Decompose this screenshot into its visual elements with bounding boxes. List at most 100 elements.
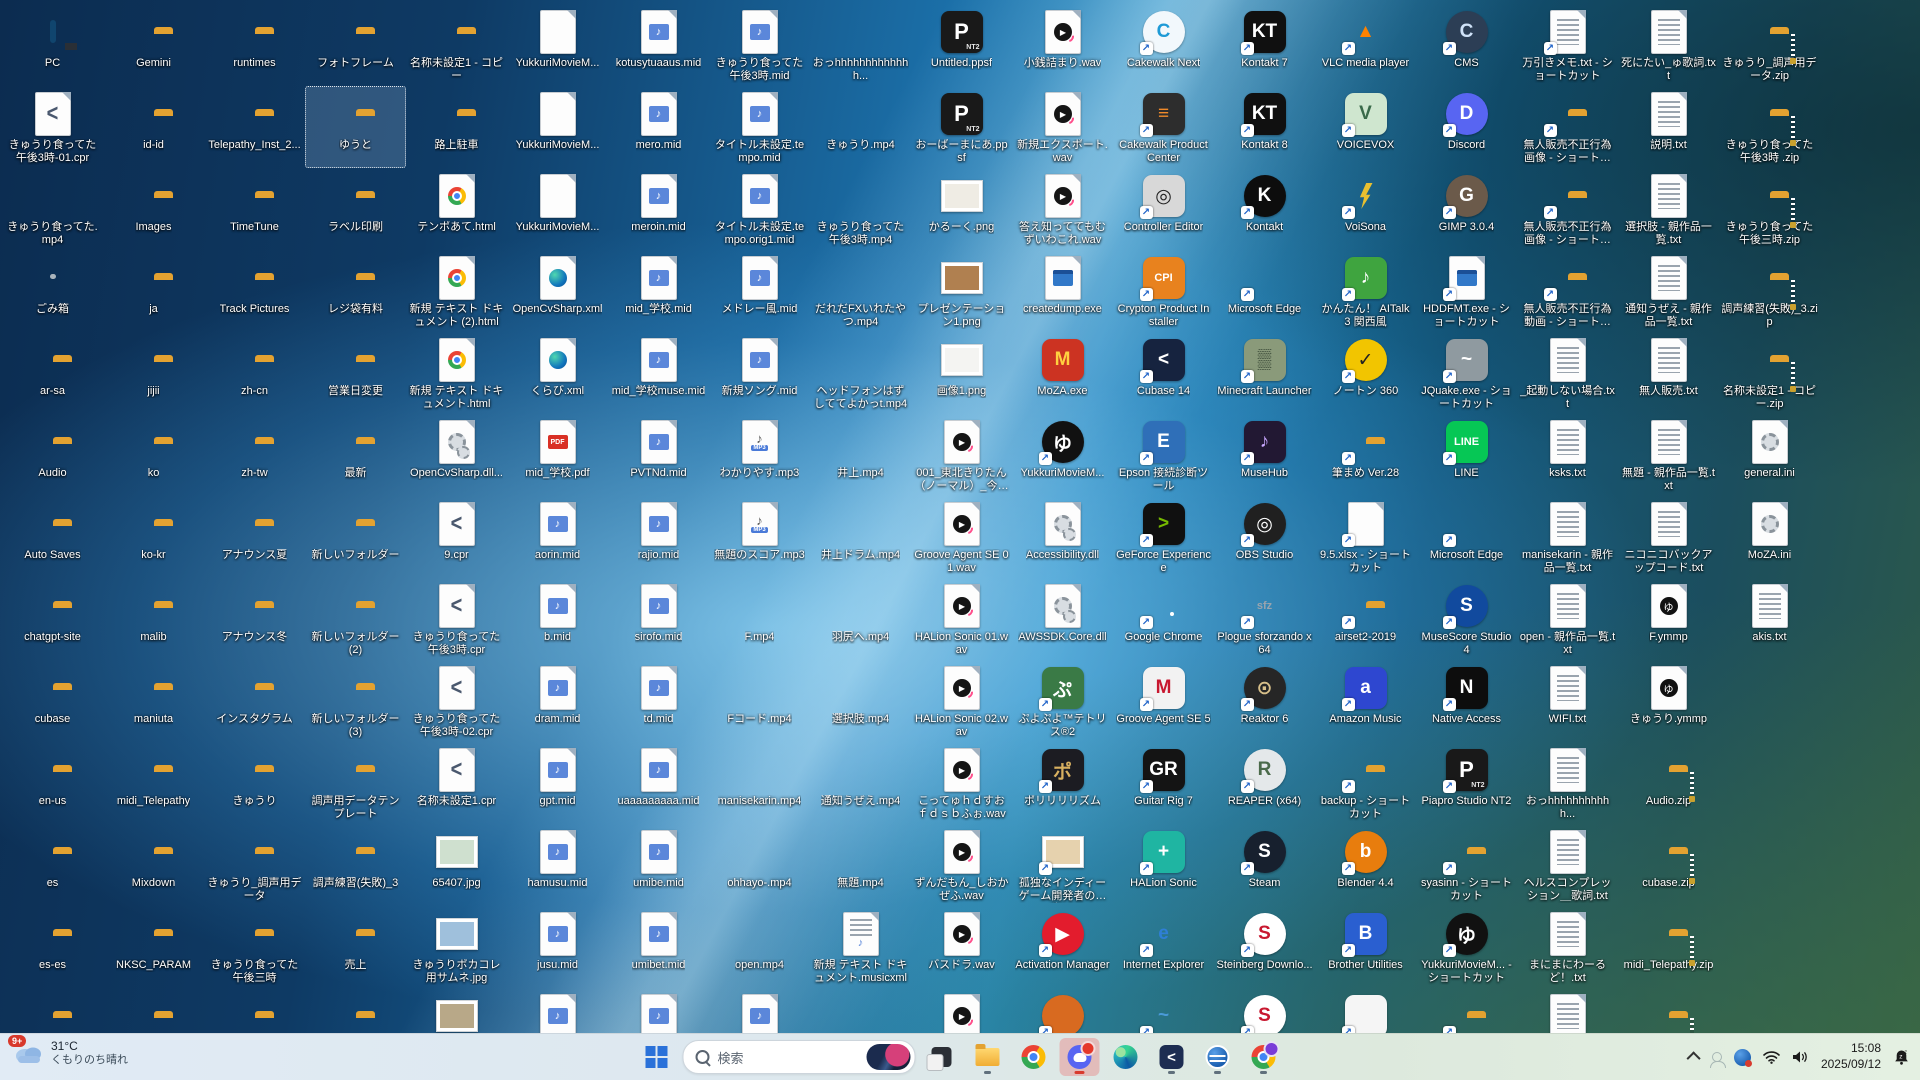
desktop-icon-wav[interactable]: バスドラ.wav bbox=[911, 906, 1012, 988]
desktop-icon-akis-txt[interactable]: akis.txt bbox=[1719, 578, 1820, 660]
desktop-icon-umibe-mid[interactable]: ♪ umibe.mid bbox=[608, 824, 709, 906]
desktop-icon-txt[interactable]: 無題 - 親作品一覧.txt bbox=[1618, 414, 1719, 496]
desktop-icon-ppsf[interactable]: P NT2 おーばーまにあ.ppsf bbox=[911, 86, 1012, 168]
desktop-icon-3[interactable]: 新しいフォルダー (3) bbox=[305, 660, 406, 742]
desktop-icon-txt[interactable]: 無人販売.txt bbox=[1618, 332, 1719, 414]
desktop-icon-1[interactable]: 名称未設定1 - コピー bbox=[406, 4, 507, 86]
desktop-icon-2[interactable]: ぷ ↗ ぷよぷよ™テトリス®2 bbox=[1012, 660, 1113, 742]
desktop-icon-id-id[interactable]: id-id bbox=[103, 86, 204, 168]
desktop-icon-f-mp4[interactable]: F.mp4 bbox=[709, 578, 810, 660]
desktop-icon-en-us[interactable]: en-us bbox=[2, 742, 103, 824]
desktop-icon-line[interactable]: LINE ↗ LINE bbox=[1416, 414, 1517, 496]
desktop-icon-tempo-mid[interactable]: ♪ タイトル未設定.tempo.mid bbox=[709, 86, 810, 168]
desktop-icon-3-mp4[interactable]: きゅうり食ってた午後3時.mp4 bbox=[810, 168, 911, 250]
desktop-icon-runtimes[interactable]: runtimes bbox=[204, 4, 305, 86]
desktop-icon-txt[interactable]: 選択肢 - 親作品一覧.txt bbox=[1618, 168, 1719, 250]
desktop-icon-item[interactable]: ↗ 無人販売不正行為画像 - ショートカット bbox=[1517, 168, 1618, 250]
taskbar-app-chrome-icon[interactable] bbox=[1014, 1038, 1054, 1076]
desktop-icon-td-mid[interactable]: ♪ td.mid bbox=[608, 660, 709, 742]
desktop-icon-reaper-x64[interactable]: R ↗ REAPER (x64) bbox=[1214, 742, 1315, 824]
desktop-icon-meroin-mid[interactable]: ♪ meroin.mid bbox=[608, 168, 709, 250]
desktop-icon-mixdown[interactable]: Mixdown bbox=[103, 824, 204, 906]
desktop-icon-hddfmt-exe[interactable]: ↗ HDDFMT.exe - ショートカット bbox=[1416, 250, 1517, 332]
desktop-icon-steinberg-downlo[interactable]: S ↗ Steinberg Downlo... bbox=[1214, 906, 1315, 988]
desktop-icon-txt[interactable]: まにまにわーるど！.txt bbox=[1517, 906, 1618, 988]
desktop-icon-blender-4-4[interactable]: b ↗ Blender 4.4 bbox=[1315, 824, 1416, 906]
desktop-icon-1-png[interactable]: 画像1.png bbox=[911, 332, 1012, 414]
desktop-icon-b-mid[interactable]: ♪ b.mid bbox=[507, 578, 608, 660]
desktop-icon-yukkurimoviem[interactable]: ゆ ↗ YukkuriMovieM... - ショートカット bbox=[1416, 906, 1517, 988]
desktop-icon-plogue-sforzando-x64[interactable]: sfz ↗ Plogue sforzando x64 bbox=[1214, 578, 1315, 660]
desktop-icon-cubase-zip[interactable]: cubase.zip bbox=[1618, 824, 1719, 906]
desktop-icon-3-zip[interactable]: 調声練習(失敗)_3.zip bbox=[1719, 250, 1820, 332]
desktop-icon-wifi-txt[interactable]: WIFI.txt bbox=[1517, 660, 1618, 742]
desktop-icon-guitar-rig-7[interactable]: GR ↗ Guitar Rig 7 bbox=[1113, 742, 1214, 824]
search-box[interactable]: 検索 bbox=[682, 1040, 916, 1074]
desktop-icon-item[interactable]: インスタグラム bbox=[204, 660, 305, 742]
desktop-icon-txt[interactable]: _起動しない場合.txt bbox=[1517, 332, 1618, 414]
desktop-icon-65407-jpg[interactable]: 65407.jpg bbox=[406, 824, 507, 906]
desktop-icon-microsoft-edge[interactable]: ↗ Microsoft Edge bbox=[1214, 250, 1315, 332]
desktop-icon-zip[interactable]: きゅうり_調声用データ.zip bbox=[1719, 4, 1820, 86]
desktop-icon-1-cpr[interactable]: < 名称未設定1.cpr bbox=[406, 742, 507, 824]
desktop-icon-halion-sonic[interactable]: + ↗ HALion Sonic bbox=[1113, 824, 1214, 906]
desktop-icon-backup[interactable]: ↗ backup - ショートカット bbox=[1315, 742, 1416, 824]
desktop-icon-2[interactable]: 新しいフォルダー (2) bbox=[305, 578, 406, 660]
desktop-icon-gimp-3-0-4[interactable]: G ↗ GIMP 3.0.4 bbox=[1416, 168, 1517, 250]
desktop-icon-hhhhhhhhhhhhh[interactable]: おっhhhhhhhhhhhhh... bbox=[810, 4, 911, 86]
desktop-icon-amazon-music[interactable]: a ↗ Amazon Music bbox=[1315, 660, 1416, 742]
desktop-icon-mid-mid[interactable]: ♪ mid_学校.mid bbox=[608, 250, 709, 332]
desktop-icon-pc[interactable]: PC bbox=[2, 4, 103, 86]
desktop-icon-mero-mid[interactable]: ♪ mero.mid bbox=[608, 86, 709, 168]
desktop-icon-3-mid[interactable]: ♪ きゅうり食ってた午後3時.mid bbox=[709, 4, 810, 86]
desktop-icon-item[interactable]: アナウンス冬 bbox=[204, 578, 305, 660]
desktop-icon-musehub[interactable]: ♪ ↗ MuseHub bbox=[1214, 414, 1315, 496]
desktop-icon-t-mp4[interactable]: ヘッドフォンはずしててよかっt.mp4 bbox=[810, 332, 911, 414]
desktop-icon-wav[interactable]: ずんだもん_しおかぜふ.wav bbox=[911, 824, 1012, 906]
desktop-icon-item[interactable]: きゅうり_調声用データ bbox=[204, 824, 305, 906]
desktop-icon-voicevox[interactable]: V ↗ VOICEVOX bbox=[1315, 86, 1416, 168]
desktop-icon-audio[interactable]: Audio bbox=[2, 414, 103, 496]
desktop-icon-1-zip[interactable]: 名称未設定1 - コピー.zip bbox=[1719, 332, 1820, 414]
desktop-icon-zh-tw[interactable]: zh-tw bbox=[204, 414, 305, 496]
desktop-icon-ar-sa[interactable]: ar-sa bbox=[2, 332, 103, 414]
desktop-icon-png[interactable]: かるーく.png bbox=[911, 168, 1012, 250]
tray-cloud-sync-icon[interactable] bbox=[1733, 1048, 1752, 1067]
desktop-icon-txt[interactable]: 説明.txt bbox=[1618, 86, 1719, 168]
desktop-icon-mid-pdf[interactable]: PDF mid_学校.pdf bbox=[507, 414, 608, 496]
desktop-icon-untitled-ppsf[interactable]: P NT2 Untitled.ppsf bbox=[911, 4, 1012, 86]
desktop-icon-gpt-mid[interactable]: ♪ gpt.mid bbox=[507, 742, 608, 824]
desktop-icon-item[interactable]: ↗ 孤独なインディーゲーム開発者の一生 ... bbox=[1012, 824, 1113, 906]
desktop-icon-halion-sonic-01-wav[interactable]: HALion Sonic 01.wav bbox=[911, 578, 1012, 660]
desktop-icon-txt[interactable]: 通知うぜえ - 親作品一覧.txt bbox=[1618, 250, 1719, 332]
desktop-icon-activation-manager[interactable]: ▶ ↗ Activation Manager bbox=[1012, 906, 1113, 988]
desktop-icon-es[interactable]: es bbox=[2, 824, 103, 906]
desktop-icon-1-png[interactable]: プレゼンテーション1.png bbox=[911, 250, 1012, 332]
desktop-icon-9-cpr[interactable]: <9.cpr bbox=[406, 496, 507, 578]
wifi-icon[interactable] bbox=[1763, 1050, 1780, 1064]
desktop-icon-native-access[interactable]: N ↗ Native Access bbox=[1416, 660, 1517, 742]
desktop-icon-musicxml[interactable]: ♪ 新規 テキスト ドキュメント.musicxml bbox=[810, 906, 911, 988]
desktop-icon-cakewalk-product-center[interactable]: ≡ ↗ Cakewalk Product Center bbox=[1113, 86, 1214, 168]
desktop-icon-track-pictures[interactable]: Track Pictures bbox=[204, 250, 305, 332]
desktop-icon-xml[interactable]: くらび.xml bbox=[507, 332, 608, 414]
desktop-icon-jpg[interactable]: きゅうりボカコレ用サムネ.jpg bbox=[406, 906, 507, 988]
desktop-icon-manisekarin-txt[interactable]: manisekarin - 親作品一覧.txt bbox=[1517, 496, 1618, 578]
desktop-icon-3[interactable]: 調声練習(失敗)_3 bbox=[305, 824, 406, 906]
desktop-icon-zip[interactable]: きゅうり食ってた午後三時.zip bbox=[1719, 168, 1820, 250]
desktop-icon-html[interactable]: テンポあて.html bbox=[406, 168, 507, 250]
desktop-icon-item[interactable]: ↗ 無人販売不正行為画像 - ショートカッ... bbox=[1517, 86, 1618, 168]
desktop-icon-manisekarin-mp4[interactable]: manisekarin.mp4 bbox=[709, 742, 810, 824]
desktop-icon-wav[interactable]: 新規エクスポート.wav bbox=[1012, 86, 1113, 168]
desktop-icon-item[interactable]: きゅうり bbox=[204, 742, 305, 824]
desktop-icon-timetune[interactable]: TimeTune bbox=[204, 168, 305, 250]
taskbar-weather-widget[interactable]: 9+ 31°C くもりのち晴れ bbox=[6, 1035, 136, 1070]
desktop-icon-item[interactable]: ゆうと bbox=[305, 86, 406, 168]
desktop-icon-mid[interactable]: ♪ メドレー風.mid bbox=[709, 250, 810, 332]
desktop-icon-mp3[interactable]: ♪ MP3 わかりやす.mp3 bbox=[709, 414, 810, 496]
desktop-icon-halion-sonic-02-wav[interactable]: HALion Sonic 02.wav bbox=[911, 660, 1012, 742]
desktop-icon-internet-explorer[interactable]: e ↗ Internet Explorer bbox=[1113, 906, 1214, 988]
desktop-icon-mp4[interactable]: 通知うぜえ.mp4 bbox=[810, 742, 911, 824]
desktop-icon-txt[interactable]: 死にたい_ゅ歌詞.txt bbox=[1618, 4, 1719, 86]
desktop-icon-3-01-cpr[interactable]: < きゅうり食ってた午後3時-01.cpr bbox=[2, 86, 103, 168]
